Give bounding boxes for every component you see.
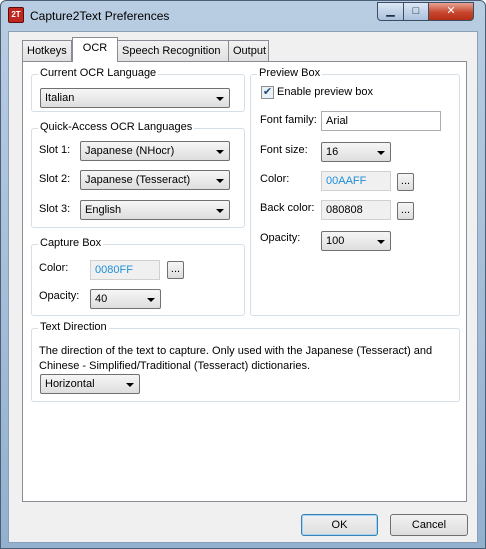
tab-speech-recognition[interactable]: Speech Recognition: [117, 40, 229, 61]
close-button[interactable]: ✕: [428, 2, 474, 21]
font-size-select[interactable]: 16: [321, 142, 391, 162]
preview-color-field[interactable]: 00AAFF: [321, 171, 391, 191]
title-bar[interactable]: 2T Capture2Text Preferences ▁ □ ✕: [1, 1, 485, 31]
slot-3-label: Slot 3:: [39, 203, 71, 215]
preview-color-picker-button[interactable]: ...: [397, 173, 414, 191]
quick-access-languages-title: Quick-Access OCR Languages: [38, 121, 195, 133]
capture-color-picker-button[interactable]: ...: [167, 261, 184, 279]
chevron-down-icon: [216, 179, 224, 183]
chevron-down-icon: [216, 97, 224, 101]
slot-2-label: Slot 2:: [39, 173, 71, 185]
ocr-tab-panel: Current OCR Language Italian Quick-Acces…: [22, 61, 467, 502]
text-direction-group: Text Direction The direction of the text…: [31, 321, 460, 402]
slot-2-value: Japanese (Tesseract): [85, 174, 191, 186]
current-ocr-language-value: Italian: [45, 92, 75, 104]
slot-1-label: Slot 1:: [39, 144, 71, 156]
slot-1-value: Japanese (NHocr): [85, 145, 175, 157]
font-size-value: 16: [326, 146, 339, 158]
preview-color-label: Color:: [260, 173, 290, 185]
text-direction-title: Text Direction: [38, 321, 109, 333]
slot-1-select[interactable]: Japanese (NHocr): [80, 141, 230, 161]
capture-box-title: Capture Box: [38, 237, 104, 249]
enable-preview-checkbox[interactable]: ✔: [261, 86, 274, 99]
font-size-label: Font size:: [260, 144, 308, 156]
tab-hotkeys[interactable]: Hotkeys: [22, 40, 72, 61]
chevron-down-icon: [377, 240, 385, 244]
chevron-down-icon: [216, 150, 224, 154]
chevron-down-icon: [216, 209, 224, 213]
preview-opacity-value: 100: [326, 235, 345, 247]
slot-3-select[interactable]: English: [80, 200, 230, 220]
window-title: Capture2Text Preferences: [30, 9, 170, 23]
preview-opacity-label: Opacity:: [260, 232, 301, 244]
slot-3-value: English: [85, 204, 122, 216]
maximize-button[interactable]: □: [403, 2, 429, 21]
current-ocr-language-title: Current OCR Language: [38, 67, 159, 79]
capture-color-field[interactable]: 0080FF: [90, 260, 160, 280]
current-ocr-language-select[interactable]: Italian: [40, 88, 230, 108]
dialog-client-area: Hotkeys OCR Speech Recognition Output Cu…: [8, 31, 478, 543]
preview-box-title: Preview Box: [257, 67, 323, 79]
font-family-label: Font family:: [260, 114, 317, 126]
enable-preview-label[interactable]: Enable preview box: [277, 86, 373, 98]
font-family-field[interactable]: Arial: [321, 111, 441, 131]
tab-output[interactable]: Output: [228, 40, 269, 61]
preview-opacity-select[interactable]: 100: [321, 231, 391, 251]
preferences-window: 2T Capture2Text Preferences ▁ □ ✕ Hotkey…: [0, 0, 486, 549]
capture-opacity-label: Opacity:: [39, 290, 80, 302]
quick-access-languages-group: Quick-Access OCR Languages Slot 1: Japan…: [31, 121, 245, 228]
text-direction-select[interactable]: Horizontal: [40, 374, 140, 394]
capture-box-group: Capture Box Color: 0080FF ... Opacity: 4…: [31, 237, 245, 316]
slot-2-select[interactable]: Japanese (Tesseract): [80, 170, 230, 190]
current-ocr-language-group: Current OCR Language Italian: [31, 67, 245, 112]
back-color-label: Back color:: [260, 202, 315, 214]
chevron-down-icon: [147, 298, 155, 302]
back-color-picker-button[interactable]: ...: [397, 202, 414, 220]
back-color-field[interactable]: 080808: [321, 200, 391, 220]
app-icon: 2T: [8, 7, 24, 23]
text-direction-value: Horizontal: [45, 378, 95, 390]
minimize-button[interactable]: ▁: [377, 2, 404, 21]
text-direction-description: The direction of the text to capture. On…: [39, 345, 433, 372]
tab-ocr[interactable]: OCR: [72, 37, 118, 62]
ok-button[interactable]: OK: [301, 514, 378, 536]
capture-opacity-value: 40: [95, 293, 108, 305]
chevron-down-icon: [377, 151, 385, 155]
preview-box-group: Preview Box ✔ Enable preview box Font fa…: [250, 67, 460, 316]
cancel-button[interactable]: Cancel: [390, 514, 468, 536]
capture-color-label: Color:: [39, 262, 69, 274]
chevron-down-icon: [126, 383, 134, 387]
capture-opacity-select[interactable]: 40: [90, 289, 161, 309]
